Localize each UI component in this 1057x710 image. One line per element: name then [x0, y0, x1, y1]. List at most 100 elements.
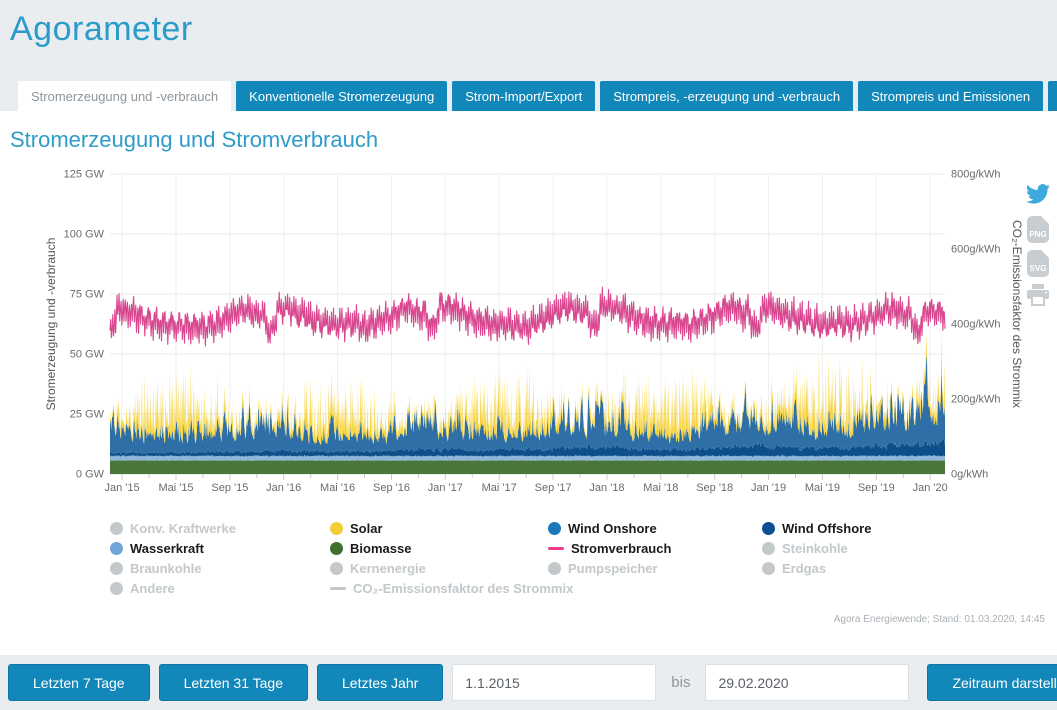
last-7-days-button[interactable]: Letzten 7 Tage [8, 664, 150, 701]
legend-item-biomasse[interactable]: Biomasse [330, 538, 548, 558]
svg-text:Mai '19: Mai '19 [805, 482, 840, 494]
print-icon[interactable] [1026, 284, 1050, 311]
date-range-toolbar: Letzten 7 Tage Letzten 31 Tage Letztes J… [0, 655, 1057, 710]
data-stand-note: Agora Energiewende; Stand: 01.03.2020, 1… [0, 614, 1057, 625]
share-toolbar: PNG SVG [1025, 184, 1051, 311]
last-year-button[interactable]: Letztes Jahr [317, 664, 443, 701]
svg-text:0g/kWh: 0g/kWh [951, 469, 988, 481]
legend-item-braunkohle[interactable]: Braunkohle [110, 558, 330, 578]
legend-dot-marker [330, 562, 343, 575]
svg-text:Mai '18: Mai '18 [643, 482, 678, 494]
legend-label: Wasserkraft [130, 541, 204, 556]
png-label: PNG [1029, 230, 1046, 239]
svg-text:Sep '19: Sep '19 [858, 482, 895, 494]
legend-item-kernenergie[interactable]: Kernenergie [330, 558, 548, 578]
legend-dot-marker [762, 542, 775, 555]
legend-item-erdgas[interactable]: Erdgas [762, 558, 871, 578]
date-from-input[interactable] [452, 664, 656, 701]
legend-dot-marker [110, 542, 123, 555]
series-solar [110, 332, 945, 446]
y-axis-left-labels: 0 GW25 GW50 GW75 GW100 GW125 GW [64, 169, 105, 481]
x-tick-marks [122, 474, 930, 480]
chart-legend: Konv. Kraftwerke Wasserkraft Braunkohle And… [0, 518, 1057, 598]
bis-label: bis [665, 674, 696, 691]
svg-text:400g/kWh: 400g/kWh [951, 319, 1001, 331]
legend-item-wasserkraft[interactable]: Wasserkraft [110, 538, 330, 558]
x-axis-labels: Jan '15 Mai '15 Sep '15 Jan '16 Mai '16 Sep '… [105, 482, 948, 494]
legend-label: Biomasse [350, 541, 411, 556]
legend-label: Stromverbrauch [571, 541, 671, 556]
legend-label: Steinkohle [782, 541, 848, 556]
legend-item-steinkohle[interactable]: Steinkohle [762, 538, 871, 558]
svg-text:Jan '20: Jan '20 [913, 482, 948, 494]
header: Agorameter Stromerzeugung und -verbrauch… [0, 0, 1057, 111]
legend-column: Wind Onshore Stromverbrauch Pumpspeicher [548, 518, 762, 598]
legend-dot-marker [110, 582, 123, 595]
legend-label: Kernenergie [350, 561, 426, 576]
tab-bar: Stromerzeugung und -verbrauchKonventione… [10, 81, 1047, 111]
twitter-icon[interactable] [1026, 184, 1050, 209]
legend-line-marker [548, 547, 564, 550]
svg-text:Sep '15: Sep '15 [211, 482, 248, 494]
svg-text:Jan '18: Jan '18 [589, 482, 624, 494]
legend-label: Wind Offshore [782, 521, 871, 536]
svg-text:Sep '17: Sep '17 [535, 482, 572, 494]
svg-text:Jan '19: Jan '19 [751, 482, 786, 494]
tab-auf-einen-blick[interactable]: Auf einen Blick [1048, 81, 1057, 111]
svg-text:Sep '18: Sep '18 [696, 482, 733, 494]
legend-label: Konv. Kraftwerke [130, 521, 236, 536]
legend-item-co-emissionsfaktor-des-strommix[interactable]: CO₂-Emissionsfaktor des Strommix [330, 578, 548, 598]
legend-column: Konv. Kraftwerke Wasserkraft Braunkohle And… [110, 518, 330, 598]
legend-dot-marker [110, 562, 123, 575]
legend-item-wind-onshore[interactable]: Wind Onshore [548, 518, 762, 538]
legend-item-andere[interactable]: Andere [110, 578, 330, 598]
svg-text:Jan '15: Jan '15 [105, 482, 140, 494]
tab-strompreis-und-emissionen[interactable]: Strompreis und Emissionen [858, 81, 1043, 111]
legend-dot-marker [110, 522, 123, 535]
date-to-input[interactable] [705, 664, 909, 701]
legend-label: Pumpspeicher [568, 561, 658, 576]
legend-dot-marker [330, 542, 343, 555]
tab-stromerzeugung-und-verbrauch[interactable]: Stromerzeugung und -verbrauch [18, 81, 231, 111]
page-title: Stromerzeugung und Stromverbrauch [0, 111, 1057, 153]
y-axis-right-labels: 0g/kWh200g/kWh400g/kWh600g/kWh800g/kWh [951, 169, 1001, 481]
legend-item-konv-kraftwerke[interactable]: Konv. Kraftwerke [110, 518, 330, 538]
y-axis-left-title: Stromerzeugung und -verbrauch [44, 238, 58, 411]
legend-dot-marker [762, 522, 775, 535]
tab-konventionelle-stromerzeugung[interactable]: Konventionelle Stromerzeugung [236, 81, 447, 111]
legend-label: CO₂-Emissionsfaktor des Strommix [353, 581, 573, 596]
svg-label: SVG [1030, 264, 1047, 273]
legend-line-marker [330, 587, 346, 590]
svg-text:25 GW: 25 GW [70, 409, 105, 421]
legend-item-pumpspeicher[interactable]: Pumpspeicher [548, 558, 762, 578]
legend-label: Braunkohle [130, 561, 202, 576]
last-31-days-button[interactable]: Letzten 31 Tage [159, 664, 308, 701]
legend-dot-marker [762, 562, 775, 575]
stacked-area-chart[interactable]: 0 GW25 GW50 GW75 GW100 GW125 GW0g/kWh200… [0, 159, 1057, 509]
svg-text:Jan '16: Jan '16 [266, 482, 301, 494]
svg-text:Mai '17: Mai '17 [482, 482, 517, 494]
series-biomasse [110, 460, 945, 474]
svg-download-icon[interactable]: SVG [1027, 250, 1049, 277]
legend-item-solar[interactable]: Solar [330, 518, 548, 538]
png-download-icon[interactable]: PNG [1027, 216, 1049, 243]
legend-item-stromverbrauch[interactable]: Stromverbrauch [548, 538, 762, 558]
svg-text:800g/kWh: 800g/kWh [951, 169, 1001, 181]
svg-text:125 GW: 125 GW [64, 169, 105, 181]
legend-dot-marker [548, 522, 561, 535]
tab-strompreis-erzeugung-und-verbrauch[interactable]: Strompreis, -erzeugung und -verbrauch [600, 81, 853, 111]
svg-text:Mai '16: Mai '16 [320, 482, 355, 494]
legend-dot-marker [330, 522, 343, 535]
legend-column: Wind Offshore Steinkohle Erdgas [762, 518, 871, 598]
legend-item-wind-offshore[interactable]: Wind Offshore [762, 518, 871, 538]
chart-area: 0 GW25 GW50 GW75 GW100 GW125 GW0g/kWh200… [0, 159, 1057, 514]
tab-strom-import-export[interactable]: Strom-Import/Export [452, 81, 595, 111]
svg-text:Mai '15: Mai '15 [158, 482, 193, 494]
series-stromverbrauch [110, 287, 945, 346]
y-axis-right-title: CO₂-Emissionsfaktor des Strommix [1010, 220, 1024, 408]
svg-text:100 GW: 100 GW [64, 229, 105, 241]
show-range-button[interactable]: Zeitraum darstellen [927, 664, 1057, 701]
svg-text:Sep '16: Sep '16 [373, 482, 410, 494]
legend-column: Solar Biomasse Kernenergie CO₂-Emissionsfak… [330, 518, 548, 598]
legend-dot-marker [548, 562, 561, 575]
